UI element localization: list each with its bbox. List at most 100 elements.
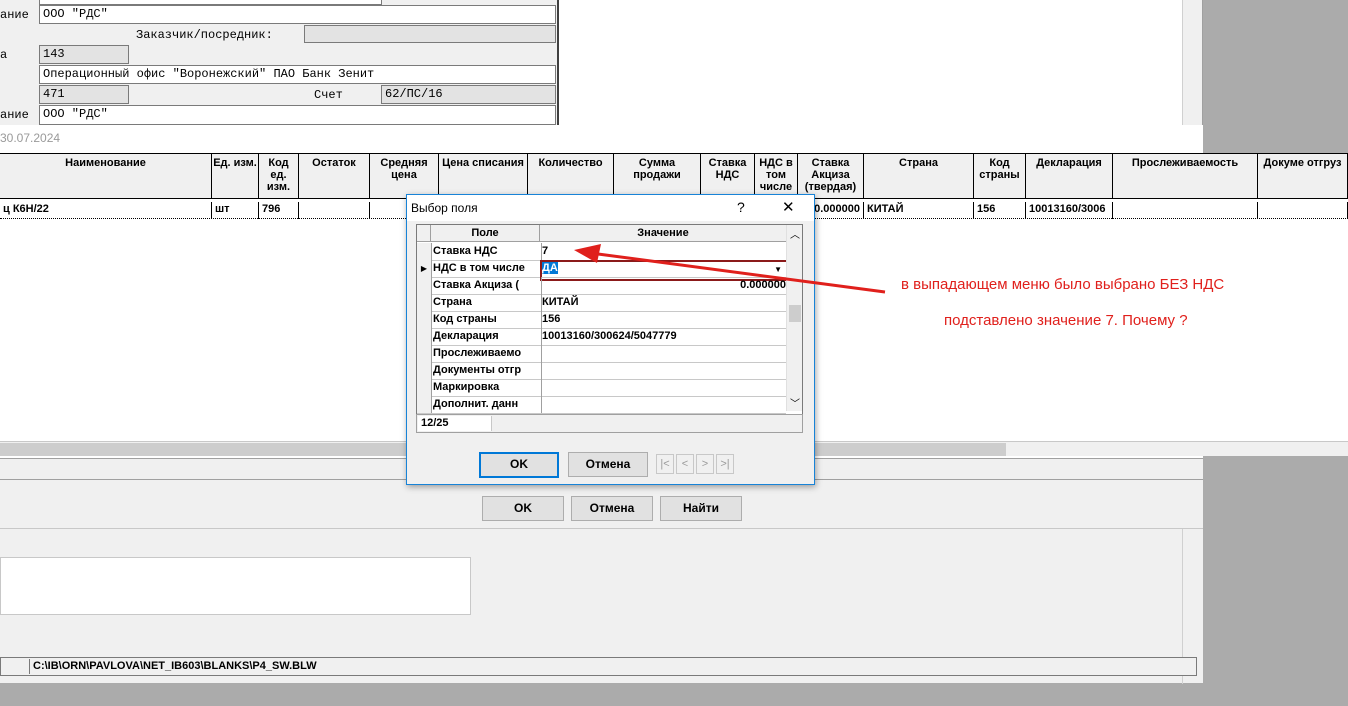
table-cell[interactable]: 156 <box>974 202 1026 219</box>
column-header[interactable]: Ставка НДС <box>701 154 755 199</box>
dialog-field-name: Код страны <box>431 311 542 328</box>
prev-record-button[interactable]: < <box>676 454 694 474</box>
row-indicator <box>417 328 432 345</box>
grid-header: Наименование Ед. изм. Код ед. изм. Остаток С… <box>0 154 1348 199</box>
dialog-vertical-scrollbar[interactable]: ︿ ﹀ <box>786 225 802 411</box>
dialog-field-value[interactable]: 156 <box>540 311 786 328</box>
table-cell[interactable]: 796 <box>259 202 299 219</box>
top-cut-field[interactable] <box>39 0 382 5</box>
field-select-dialog: Выбор поля ? ✕ Поле Значение Ставка НДС 7… <box>406 194 815 485</box>
dialog-field-value[interactable]: 7 <box>540 243 786 260</box>
scrollbar-thumb[interactable] <box>789 305 801 322</box>
column-header[interactable]: Сумма продажи <box>614 154 701 199</box>
column-header-value[interactable]: Значение <box>540 225 786 242</box>
row-indicator <box>417 243 432 260</box>
dialog-list-item[interactable]: Маркировка <box>417 379 786 397</box>
last-record-button[interactable]: >| <box>716 454 734 474</box>
annotation-line-2: подставлено значение 7. Почему ? <box>944 312 1188 329</box>
code-field[interactable]: 143 <box>39 45 129 64</box>
dialog-list-item[interactable]: Код страны 156 <box>417 311 786 329</box>
name-field-1[interactable]: ООО "РДС" <box>39 5 556 24</box>
dialog-grid-header: Поле Значение <box>417 225 786 242</box>
dropdown-arrow-icon[interactable]: ▼ <box>774 263 782 276</box>
dialog-list-item[interactable]: Документы отгр <box>417 362 786 380</box>
dialog-list-item[interactable]: ▶ НДС в том числе ДА ▼ <box>417 260 788 281</box>
table-cell[interactable] <box>1258 202 1348 219</box>
column-header[interactable]: Средняя цена <box>370 154 439 199</box>
first-record-button[interactable]: |< <box>656 454 674 474</box>
dialog-list-item[interactable]: Ставка НДС 7 <box>417 243 786 261</box>
row-indicator <box>417 311 432 328</box>
form-label-1: ание <box>0 8 29 22</box>
dialog-list-item[interactable]: Ставка Акциза (0.000000 <box>417 277 786 295</box>
status-bar: C:\IB\ORN\PAVLOVA\NET_IB603\BLANKS\P4_SW… <box>0 657 1197 676</box>
table-cell[interactable] <box>1113 202 1258 219</box>
account-label: Счет <box>314 88 343 102</box>
row-indicator <box>417 277 432 294</box>
bank-code-field[interactable]: 471 <box>39 85 129 104</box>
dialog-list-item[interactable]: Декларация 10013160/300624/5047779 <box>417 328 786 346</box>
column-header[interactable]: Ставка Акциза (твердая) <box>798 154 864 199</box>
table-cell[interactable]: КИТАЙ <box>864 202 974 219</box>
selected-dropdown-value[interactable]: ДА <box>542 262 558 274</box>
dialog-title: Выбор поля <box>411 201 478 215</box>
column-header[interactable]: Прослеживаемость <box>1113 154 1258 199</box>
column-header[interactable]: Код страны <box>974 154 1026 199</box>
dialog-list-item[interactable]: Прослеживаемо <box>417 345 786 363</box>
form-label-4: ание <box>0 108 29 122</box>
column-header[interactable]: Наименование <box>0 154 212 199</box>
scroll-up-icon[interactable]: ︿ <box>790 226 800 241</box>
dialog-list-item[interactable]: Страна КИТАЙ <box>417 294 786 312</box>
dialog-field-value[interactable] <box>540 362 786 379</box>
scroll-down-icon[interactable]: ﹀ <box>790 395 800 410</box>
help-icon[interactable]: ? <box>737 199 745 215</box>
dialog-field-name: Страна <box>431 294 542 311</box>
cancel-button[interactable]: Отмена <box>571 496 653 521</box>
customer-field[interactable] <box>304 25 556 43</box>
annotation-line-1: в выпадающем меню было выбрано БЕЗ НДС <box>901 276 1225 293</box>
row-indicator <box>417 396 432 413</box>
table-cell[interactable]: 10013160/3006 <box>1026 202 1113 219</box>
close-icon[interactable]: ✕ <box>782 198 795 216</box>
dialog-field-value[interactable] <box>540 345 786 362</box>
column-header[interactable]: Количество <box>528 154 614 199</box>
dialog-field-value[interactable] <box>540 396 786 413</box>
table-cell[interactable] <box>299 202 370 219</box>
column-header[interactable]: Цена списания <box>439 154 528 199</box>
column-header[interactable]: Остаток <box>299 154 370 199</box>
ok-button[interactable]: OK <box>482 496 564 521</box>
date-text: 30.07.2024 <box>0 131 61 145</box>
column-header[interactable]: Код ед. изм. <box>259 154 299 199</box>
table-cell[interactable]: шт <box>212 202 259 219</box>
dialog-field-name: Дополнит. данн <box>431 396 542 413</box>
find-button[interactable]: Найти <box>660 496 742 521</box>
dialog-list-item[interactable]: Дополнит. данн <box>417 396 786 414</box>
name-field-2[interactable]: ООО "РДС" <box>39 105 556 125</box>
dialog-field-name: Маркировка <box>431 379 542 396</box>
window-border <box>1182 0 1203 125</box>
next-record-button[interactable]: > <box>696 454 714 474</box>
dialog-title-bar[interactable]: Выбор поля ? ✕ <box>407 195 814 221</box>
account-field[interactable]: 62/ПС/16 <box>381 85 556 104</box>
dialog-ok-button[interactable]: OK <box>479 452 559 478</box>
column-header[interactable]: Страна <box>864 154 974 199</box>
column-header[interactable]: Ед. изм. <box>212 154 259 199</box>
header-indicator <box>417 225 431 242</box>
dialog-cancel-button[interactable]: Отмена <box>568 452 648 477</box>
top-form-panel: ание ООО "РДС" Заказчик/посредник: а 143… <box>0 0 559 125</box>
column-header-field[interactable]: Поле <box>431 225 540 242</box>
dialog-field-value[interactable]: 0.000000 <box>540 277 786 294</box>
bank-name-field[interactable]: Операционный офис "Воронежский" ПАО Банк… <box>39 65 556 84</box>
column-header[interactable]: Докуме отгруз <box>1258 154 1348 199</box>
dialog-field-value[interactable] <box>540 379 786 396</box>
notes-box[interactable] <box>0 557 471 615</box>
form-label-2: а <box>0 48 8 62</box>
row-indicator <box>417 345 432 362</box>
column-header[interactable]: Декларация <box>1026 154 1113 199</box>
row-indicator <box>417 294 432 311</box>
column-header[interactable]: НДС в том числе <box>755 154 798 199</box>
dialog-field-value[interactable]: 10013160/300624/5047779 <box>540 328 786 345</box>
table-cell[interactable]: ц К6Н/22 <box>0 202 212 219</box>
customer-label: Заказчик/посредник: <box>136 28 273 42</box>
dialog-field-value[interactable]: КИТАЙ <box>540 294 786 311</box>
